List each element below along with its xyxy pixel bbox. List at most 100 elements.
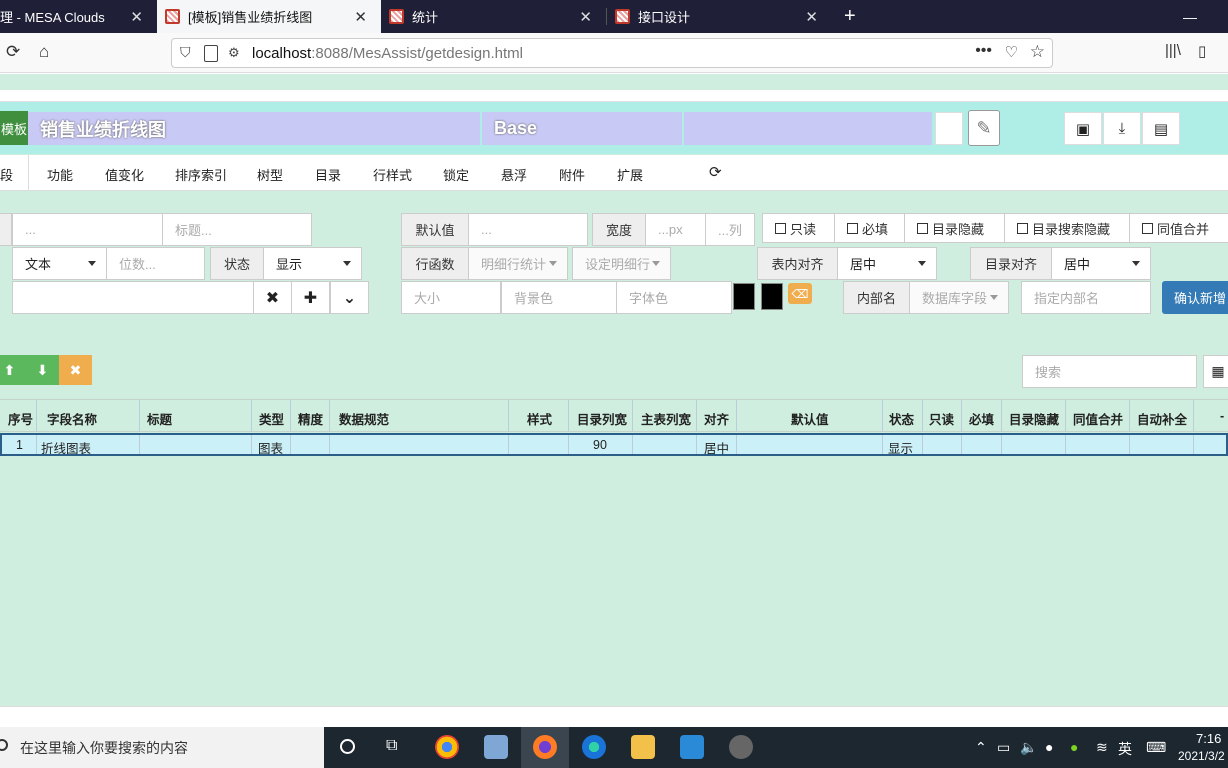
close-icon[interactable]: ✕: [805, 8, 818, 26]
col-style[interactable]: 样式: [527, 409, 552, 428]
bookmark-star-icon[interactable]: ☆: [1030, 42, 1045, 62]
chevron-down-icon[interactable]: ⌄: [330, 281, 369, 314]
menu-attachment[interactable]: 附件: [559, 165, 585, 184]
close-icon[interactable]: ✕: [579, 8, 592, 26]
expression-input[interactable]: [12, 281, 254, 314]
col-merge-same[interactable]: 同值合并: [1073, 409, 1123, 428]
wechat-icon[interactable]: ●: [1070, 739, 1078, 755]
col-title[interactable]: 标题: [147, 409, 172, 428]
browser-tab-template[interactable]: [模板]销售业绩折线图 ✕: [157, 0, 381, 33]
status-select[interactable]: 显示: [263, 247, 362, 280]
recorder-icon[interactable]: [729, 735, 753, 759]
reload-icon[interactable]: ⟳: [6, 42, 20, 62]
col-main-width[interactable]: 主表列宽: [641, 409, 691, 428]
digits-input[interactable]: 位数...: [106, 247, 205, 280]
field-name-input[interactable]: ...: [12, 213, 163, 246]
inner-name-input[interactable]: 指定内部名: [1021, 281, 1151, 314]
col-autocomplete[interactable]: 自动补全: [1137, 409, 1187, 428]
download-icon[interactable]: ⤓: [1103, 112, 1141, 145]
network-icon[interactable]: ≋: [1096, 739, 1108, 756]
image-icon[interactable]: ▣: [1064, 112, 1102, 145]
col-catalog-hide[interactable]: 目录隐藏: [1009, 409, 1059, 428]
bg-color-swatch[interactable]: [733, 283, 755, 310]
chrome-icon[interactable]: [435, 735, 459, 759]
col-field-name[interactable]: 字段名称: [47, 409, 97, 428]
file-explorer-icon[interactable]: [631, 735, 655, 759]
width-px-input[interactable]: ...px: [645, 213, 706, 246]
url-bar[interactable]: ⛉ ⚙ localhost :8088/MesAssist/getdesign.…: [171, 38, 1053, 68]
menu-sort-index[interactable]: 排序索引: [175, 165, 227, 184]
eraser-icon[interactable]: ⌫: [788, 283, 812, 304]
col-status[interactable]: 状态: [889, 409, 914, 428]
col-catalog-width[interactable]: 目录列宽: [577, 409, 627, 428]
taskbar-search[interactable]: 在这里输入你要搜索的内容: [0, 727, 324, 768]
clock-date[interactable]: 2021/3/2: [1178, 749, 1225, 763]
battery-icon[interactable]: ▭: [997, 739, 1010, 756]
search-input[interactable]: 搜索: [1022, 355, 1197, 388]
col-default[interactable]: 默认值: [791, 409, 829, 428]
new-tab-icon[interactable]: +: [836, 0, 866, 33]
type-select[interactable]: 文本: [12, 247, 107, 280]
row-function-select[interactable]: 明细行统计: [468, 247, 568, 280]
db-field-select[interactable]: 数据库字段: [909, 281, 1009, 314]
refresh-icon[interactable]: ⟳: [709, 163, 722, 181]
home-icon[interactable]: ⌂: [39, 42, 49, 62]
template-button[interactable]: 模板: [0, 111, 28, 145]
merge-same-checkbox[interactable]: 同值合并: [1129, 213, 1228, 243]
menu-function[interactable]: 功能: [47, 165, 73, 184]
film-icon[interactable]: ▤: [1142, 112, 1180, 145]
menu-float[interactable]: 悬浮: [501, 165, 527, 184]
table-row[interactable]: 1 折线图表 图表 90 居中 显示: [0, 433, 1228, 456]
confirm-add-button[interactable]: 确认新增: [1162, 281, 1228, 314]
bg-color-input[interactable]: 背景色: [501, 281, 617, 314]
menu-lock[interactable]: 锁定: [443, 165, 469, 184]
minimize-icon[interactable]: —: [1175, 0, 1205, 33]
ime-indicator[interactable]: 英: [1118, 739, 1132, 759]
col-more[interactable]: -: [1220, 409, 1224, 423]
qq-icon[interactable]: ●: [1045, 739, 1053, 755]
size-input[interactable]: 大小: [401, 281, 501, 314]
browser-tab-interface[interactable]: 接口设计 ✕: [607, 0, 832, 33]
col-readonly[interactable]: 只读: [929, 409, 954, 428]
catalog-search-hide-checkbox[interactable]: 目录搜索隐藏: [1004, 213, 1130, 243]
close-icon[interactable]: ✕: [354, 8, 367, 26]
font-color-swatch[interactable]: [761, 283, 783, 310]
title-blank-cell[interactable]: [935, 112, 963, 145]
menu-catalog[interactable]: 目录: [315, 165, 341, 184]
menu-tree[interactable]: 树型: [257, 165, 283, 184]
volume-icon[interactable]: 🔈: [1020, 739, 1037, 756]
chevron-up-icon[interactable]: ⌃: [975, 739, 987, 756]
inner-align-select[interactable]: 居中: [837, 247, 937, 280]
browser-tab-mesa[interactable]: 理 - MESA Clouds ✕: [0, 0, 157, 33]
task-view-icon[interactable]: ⧉: [386, 737, 397, 755]
menu-field[interactable]: 段: [0, 165, 13, 184]
grid-view-icon[interactable]: ▦: [1203, 355, 1228, 388]
close-icon[interactable]: ✕: [130, 8, 143, 26]
sidebar-icon[interactable]: ▯: [1198, 42, 1206, 60]
firefox-icon[interactable]: [533, 735, 557, 759]
default-input[interactable]: ...: [468, 213, 588, 246]
move-down-icon[interactable]: ⬇: [26, 355, 59, 385]
cortana-icon[interactable]: [340, 739, 355, 754]
keyboard-icon[interactable]: ⌨: [1146, 739, 1166, 756]
menu-value-change[interactable]: 值变化: [105, 165, 144, 184]
font-color-input[interactable]: 字体色: [616, 281, 732, 314]
menu-row-style[interactable]: 行样式: [373, 165, 412, 184]
move-up-icon[interactable]: ⬆: [0, 355, 26, 385]
delete-icon[interactable]: ✖: [59, 355, 92, 385]
col-align[interactable]: 对齐: [704, 409, 729, 428]
col-precision[interactable]: 精度: [298, 409, 323, 428]
mail-icon[interactable]: [680, 735, 704, 759]
app-cube-icon[interactable]: [484, 735, 508, 759]
detail-select[interactable]: 设定明细行: [572, 247, 671, 280]
edge-icon[interactable]: [582, 735, 606, 759]
notepad-icon[interactable]: ✎: [968, 110, 1000, 146]
readonly-checkbox[interactable]: 只读: [762, 213, 835, 243]
pocket-icon[interactable]: ♡: [1005, 43, 1018, 61]
more-icon[interactable]: •••: [975, 42, 992, 60]
col-spec[interactable]: 数据规范: [339, 409, 389, 428]
col-required[interactable]: 必填: [969, 409, 994, 428]
col-seq[interactable]: 序号: [8, 409, 33, 428]
library-icon[interactable]: |||\: [1165, 42, 1181, 59]
catalog-align-select[interactable]: 居中: [1051, 247, 1151, 280]
